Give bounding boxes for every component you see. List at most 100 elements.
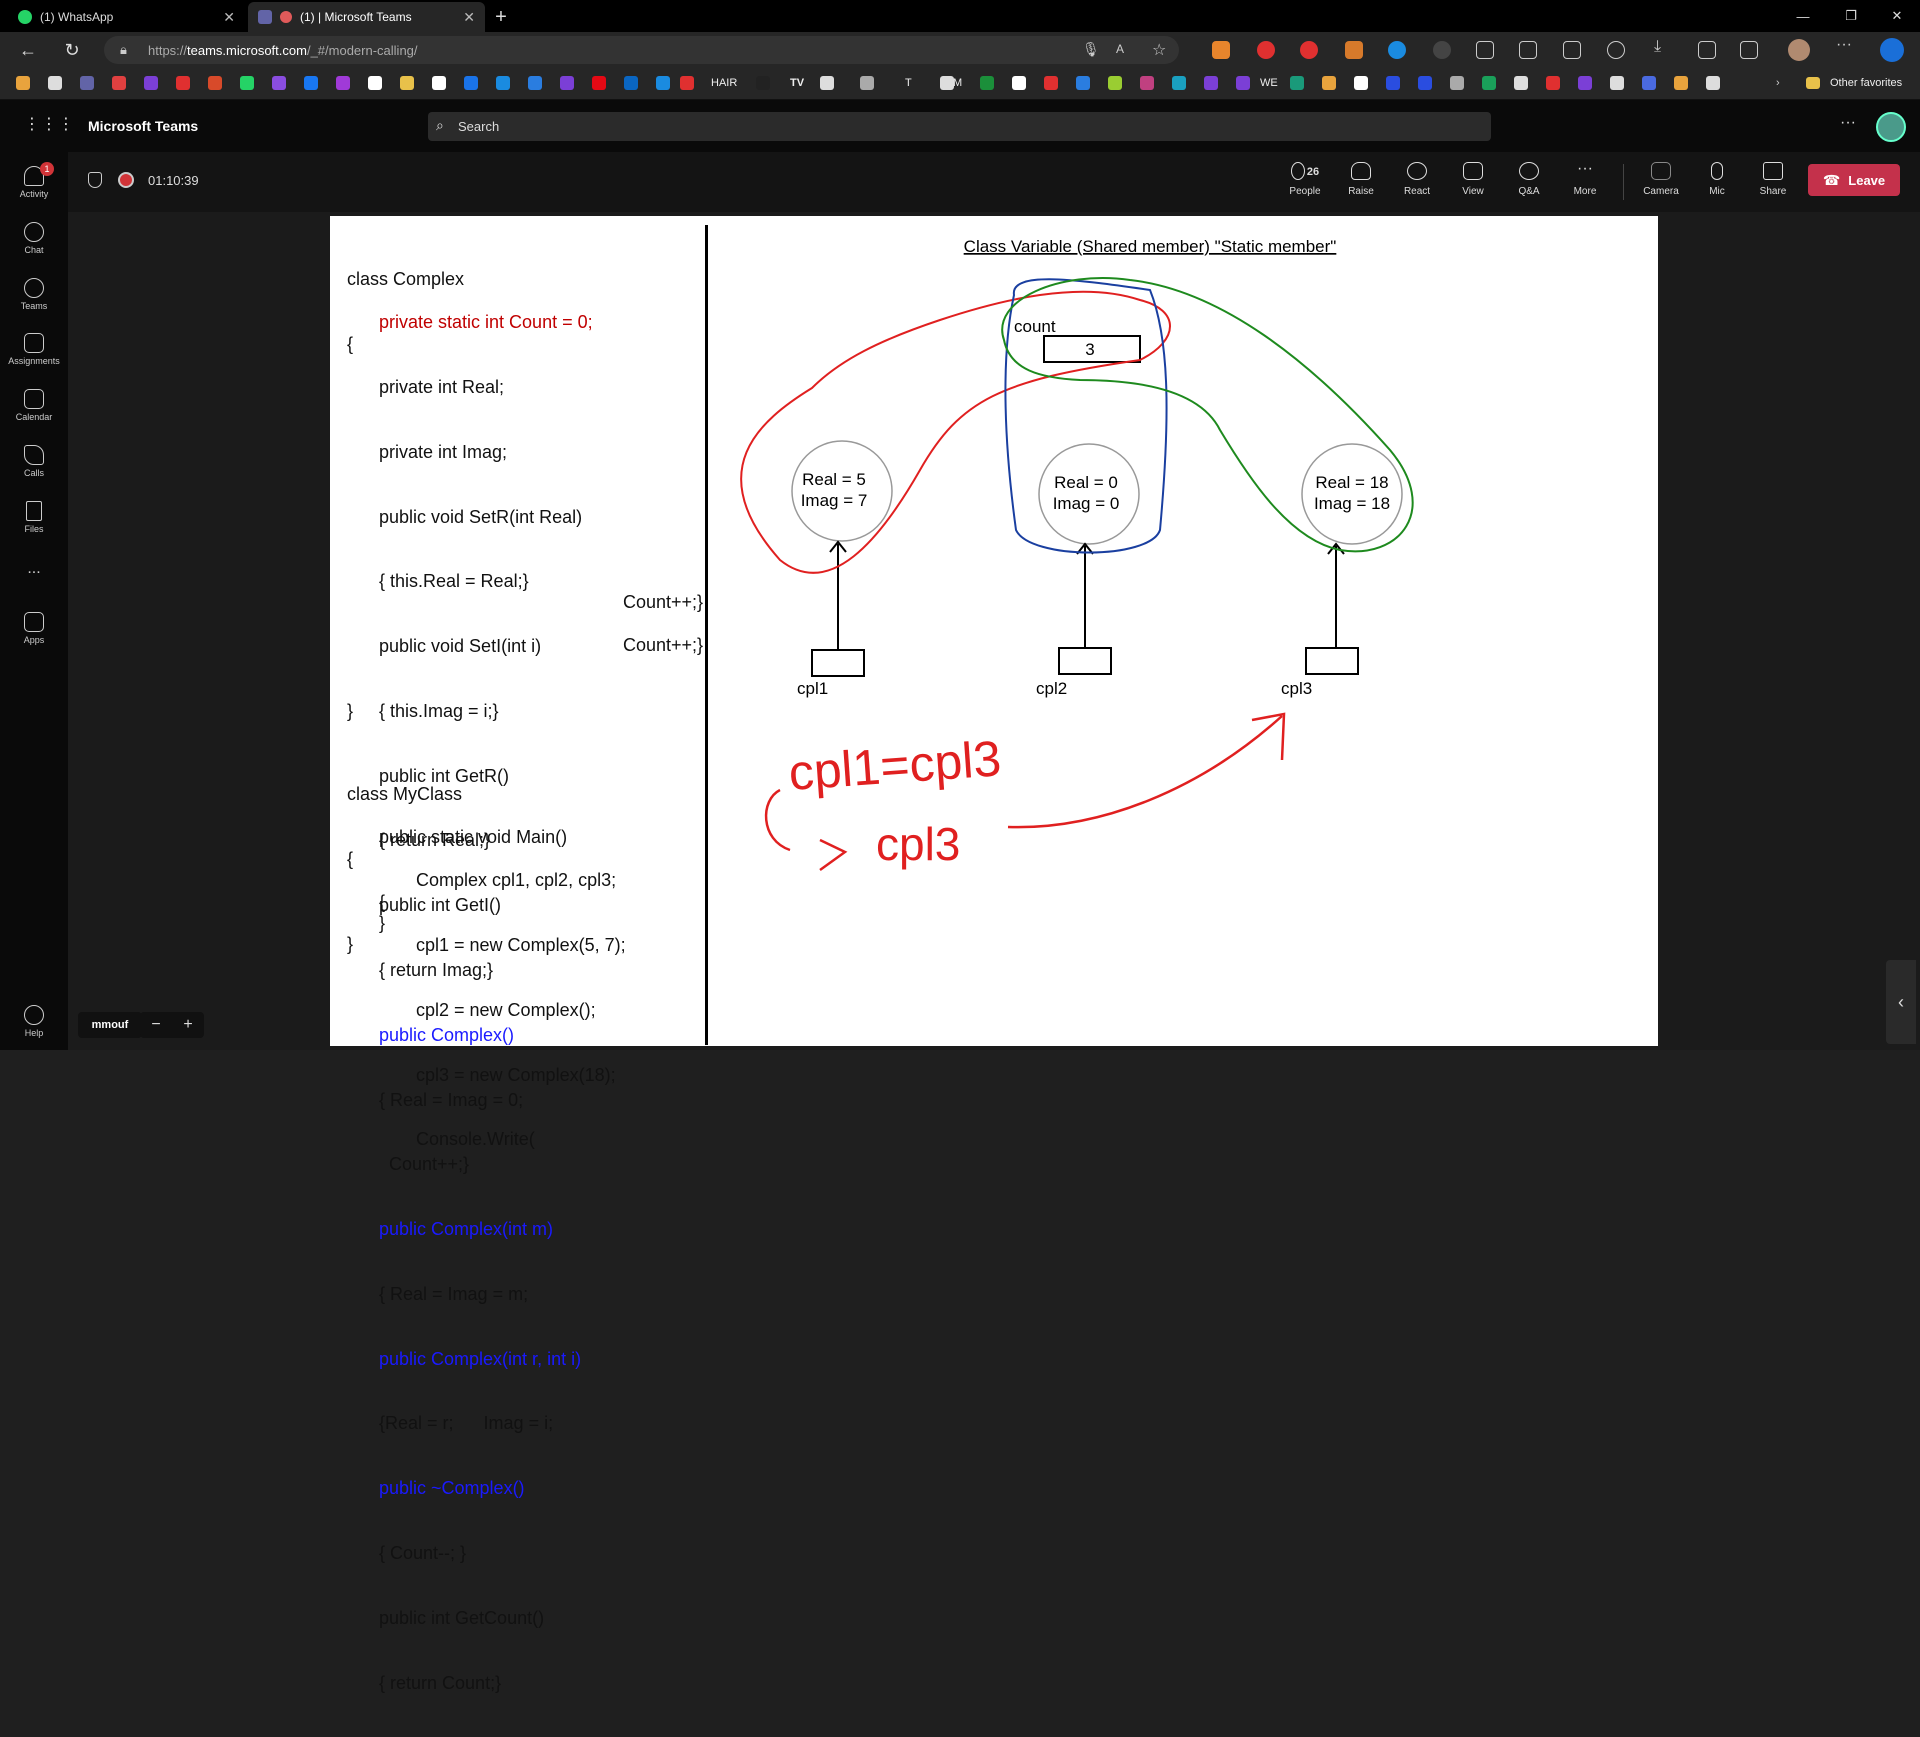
app-launcher-icon[interactable]: ⋮⋮⋮ [24, 114, 75, 134]
favorite-site-icon[interactable] [820, 76, 834, 90]
favorite-site-icon[interactable] [624, 76, 638, 90]
microphone-icon[interactable]: 🎙︎ [1082, 41, 1100, 58]
favorite-site-icon[interactable] [144, 76, 158, 90]
bing-icon[interactable] [1880, 38, 1904, 62]
new-tab-button[interactable]: + [488, 2, 514, 32]
favorite-site-icon[interactable] [940, 76, 954, 90]
more-options-icon[interactable]: ··· [1840, 114, 1856, 132]
zoom-out-button[interactable]: − [151, 1016, 160, 1034]
favorite-site-icon[interactable] [756, 76, 770, 90]
favorite-site-icon[interactable] [1546, 76, 1560, 90]
favorite-site-icon[interactable] [1706, 76, 1720, 90]
tab-whatsapp[interactable]: (1) WhatsApp ✕ [8, 2, 245, 32]
restore-icon[interactable]: ❐ [1828, 0, 1874, 32]
favorite-we[interactable]: WE [1260, 77, 1278, 89]
favorite-site-icon[interactable] [1642, 76, 1656, 90]
rail-more[interactable]: ... [0, 560, 68, 578]
favorite-site-icon[interactable] [1044, 76, 1058, 90]
rail-calendar[interactable]: Calendar [0, 389, 68, 422]
favorite-site-icon[interactable] [80, 76, 94, 90]
favorite-site-icon[interactable] [240, 76, 254, 90]
favorite-site-icon[interactable] [1012, 76, 1026, 90]
favorite-site-icon[interactable] [1450, 76, 1464, 90]
extension-icon[interactable] [1345, 41, 1363, 59]
favorite-site-icon[interactable] [1140, 76, 1154, 90]
mic-button[interactable]: Mic [1692, 158, 1742, 197]
settings-more-icon[interactable]: ··· [1836, 36, 1854, 54]
favorite-site-icon[interactable] [464, 76, 478, 90]
close-icon[interactable]: ✕ [223, 9, 235, 26]
chevron-right-icon[interactable]: › [1776, 77, 1780, 89]
favorite-site-icon[interactable] [48, 76, 62, 90]
favorite-site-icon[interactable] [1108, 76, 1122, 90]
profile-avatar[interactable] [1788, 39, 1810, 61]
favorite-site-icon[interactable] [432, 76, 446, 90]
qa-button[interactable]: Q&A [1504, 158, 1554, 197]
favorite-site-icon[interactable] [1076, 76, 1090, 90]
refresh-icon[interactable]: ↻ [58, 38, 86, 62]
favorite-site-icon[interactable] [1610, 76, 1624, 90]
leave-button[interactable]: ☎︎ Leave [1808, 164, 1900, 196]
favorite-site-icon[interactable] [400, 76, 414, 90]
extension-icon[interactable] [1212, 41, 1230, 59]
share-button[interactable]: Share [1748, 158, 1798, 197]
close-icon[interactable]: ✕ [463, 9, 475, 26]
view-button[interactable]: View [1448, 158, 1498, 197]
extension-icon[interactable] [1300, 41, 1318, 59]
zoom-in-button[interactable]: + [183, 1016, 192, 1034]
favorite-site-icon[interactable] [336, 76, 350, 90]
favorite-m[interactable]: M [953, 77, 962, 89]
favorite-site-icon[interactable] [304, 76, 318, 90]
side-panel-toggle[interactable]: ‹ [1886, 960, 1916, 1044]
favorite-tv[interactable]: TV [790, 77, 804, 89]
favorite-star-icon[interactable]: ☆ [1152, 40, 1166, 60]
read-aloud-icon[interactable]: A [1116, 42, 1124, 56]
favorite-site-icon[interactable] [16, 76, 30, 90]
favorite-site-icon[interactable] [1578, 76, 1592, 90]
favorite-site-icon[interactable] [592, 76, 606, 90]
rail-assignments[interactable]: Assignments [0, 333, 68, 366]
favorite-site-icon[interactable] [272, 76, 286, 90]
download-icon[interactable]: ⤓ [1654, 38, 1672, 56]
split-screen-icon[interactable] [1519, 41, 1537, 59]
favorite-site-icon[interactable] [1482, 76, 1496, 90]
favorite-site-icon[interactable] [1354, 76, 1368, 90]
favorite-site-icon[interactable] [1236, 76, 1250, 90]
rail-help[interactable]: Help [0, 1005, 68, 1038]
rail-apps[interactable]: Apps [0, 612, 68, 645]
favorite-site-icon[interactable] [1322, 76, 1336, 90]
rail-teams[interactable]: Teams [0, 278, 68, 311]
favorite-site-icon[interactable] [860, 76, 874, 90]
favorite-t[interactable]: T [905, 77, 912, 89]
favorite-site-icon[interactable] [368, 76, 382, 90]
extension-icon[interactable] [1257, 41, 1275, 59]
people-button[interactable]: 26 People [1280, 158, 1330, 197]
rail-chat[interactable]: Chat [0, 222, 68, 255]
favorite-site-icon[interactable] [208, 76, 222, 90]
camera-button[interactable]: Camera [1636, 158, 1686, 197]
favorite-site-icon[interactable] [1418, 76, 1432, 90]
raise-hand-button[interactable]: Raise [1336, 158, 1386, 197]
favorite-site-icon[interactable] [1674, 76, 1688, 90]
favorite-site-icon[interactable] [560, 76, 574, 90]
other-favorites[interactable]: Other favorites [1830, 77, 1902, 89]
minimize-icon[interactable]: — [1780, 0, 1826, 32]
react-button[interactable]: React [1392, 158, 1442, 197]
close-window-icon[interactable]: ✕ [1874, 0, 1920, 32]
rail-calls[interactable]: Calls [0, 445, 68, 478]
favorites-icon[interactable] [1563, 41, 1581, 59]
favorite-site-icon[interactable] [656, 76, 670, 90]
favorite-site-icon[interactable] [1172, 76, 1186, 90]
history-icon[interactable] [1607, 41, 1625, 59]
address-bar[interactable]: 🔒︎ https://teams.microsoft.com/_#/modern… [104, 36, 1179, 64]
extension-icon[interactable] [1388, 41, 1406, 59]
favorite-site-icon[interactable] [528, 76, 542, 90]
favorite-site-icon[interactable] [680, 76, 694, 90]
collections-icon[interactable] [1740, 41, 1758, 59]
rail-activity[interactable]: 1 Activity [0, 162, 68, 199]
more-button[interactable]: ··· More [1560, 158, 1610, 198]
favorite-site-icon[interactable] [1514, 76, 1528, 90]
favorite-site-icon[interactable] [980, 76, 994, 90]
favorite-site-icon[interactable] [496, 76, 510, 90]
favorite-site-icon[interactable] [1204, 76, 1218, 90]
